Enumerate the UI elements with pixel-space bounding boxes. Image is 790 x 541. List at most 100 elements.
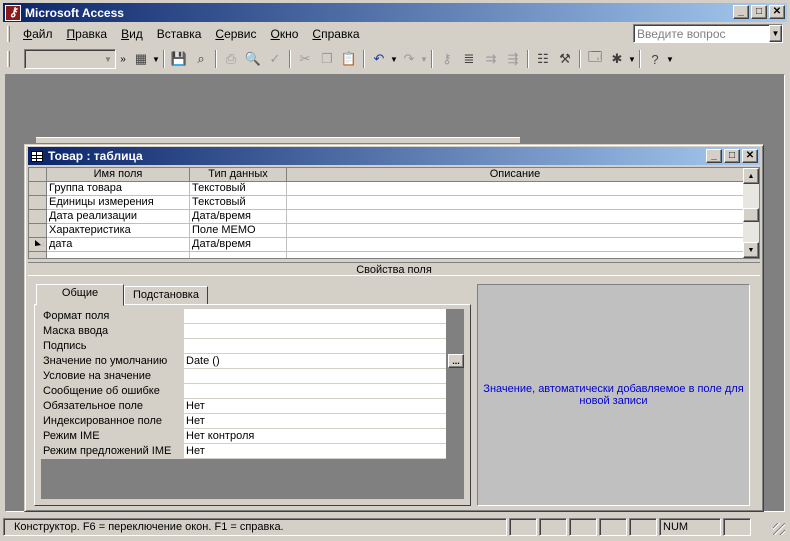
field-name-cell[interactable]: Группа товара (47, 182, 190, 196)
paste-icon[interactable]: 📋 (338, 48, 360, 70)
chevron-down-icon[interactable]: ▼ (101, 50, 115, 68)
build-icon[interactable]: ⚒ (554, 48, 576, 70)
table-minimize-button[interactable]: _ (706, 149, 722, 163)
field-name-cell[interactable] (47, 252, 190, 258)
save-icon[interactable]: 💾 (168, 48, 190, 70)
property-value-field[interactable]: Нет (184, 414, 446, 429)
toolbar-grip[interactable] (7, 51, 10, 67)
column-header-description[interactable]: Описание (287, 168, 744, 182)
chevron-down-icon[interactable]: ▼ (420, 55, 428, 64)
property-value-field[interactable] (184, 309, 446, 324)
row-selector-current[interactable] (29, 238, 47, 252)
description-cell[interactable] (287, 196, 744, 210)
object-combo[interactable]: ▼ (24, 49, 116, 69)
undo-icon[interactable]: ↶ (368, 48, 390, 70)
property-value-field[interactable] (184, 384, 446, 399)
row-selector[interactable] (29, 196, 47, 210)
menu-window[interactable]: Окно (264, 27, 306, 41)
help-icon[interactable]: ? (644, 48, 666, 70)
tab-general[interactable]: Общие (36, 284, 124, 306)
menu-insert[interactable]: Вставка (150, 27, 209, 41)
cut-icon[interactable]: ✂ (294, 48, 316, 70)
menu-tools[interactable]: Сервис (208, 27, 263, 41)
table-row-empty[interactable] (29, 252, 759, 258)
data-type-cell[interactable]: Дата/время (190, 210, 287, 224)
property-value-field[interactable] (184, 339, 446, 354)
minimize-button[interactable]: _ (733, 5, 749, 19)
view-icon[interactable]: ▦ (130, 48, 152, 70)
table-icon[interactable] (31, 150, 43, 162)
indexes-icon[interactable]: ≣ (458, 48, 480, 70)
property-value-field[interactable] (184, 369, 446, 384)
table-row[interactable]: Характеристика Поле MEMO (29, 224, 759, 238)
table-row-current[interactable]: дата Дата/время (29, 238, 759, 252)
row-selector[interactable] (29, 210, 47, 224)
table-close-button[interactable]: ✕ (742, 149, 758, 163)
scroll-up-icon[interactable]: ▲ (743, 168, 759, 184)
column-header-field-name[interactable]: Имя поля (47, 168, 190, 182)
insert-rows-icon[interactable]: ⇉ (480, 48, 502, 70)
default-value-field[interactable]: Date () (184, 354, 446, 369)
scroll-down-icon[interactable]: ▼ (743, 242, 759, 258)
menu-file[interactable]: Файл (16, 27, 60, 41)
properties-icon[interactable]: ☷ (532, 48, 554, 70)
search-icon[interactable]: ⌕ (190, 48, 212, 70)
print-preview-icon[interactable]: 🔍 (242, 48, 264, 70)
table-row[interactable]: Единицы измерения Текстовый (29, 196, 759, 210)
data-type-cell[interactable]: Дата/время (190, 238, 287, 252)
row-selector[interactable] (29, 252, 47, 258)
data-type-cell[interactable] (190, 252, 287, 258)
description-cell[interactable] (287, 182, 744, 196)
chevron-down-icon[interactable]: ▼ (152, 55, 160, 64)
new-object-icon[interactable]: ✱ (606, 48, 628, 70)
description-cell[interactable] (287, 238, 744, 252)
spelling-icon[interactable]: ✓ (264, 48, 286, 70)
field-name-cell[interactable]: Единицы измерения (47, 196, 190, 210)
row-selector[interactable] (29, 182, 47, 196)
data-type-cell[interactable]: Текстовый (190, 196, 287, 210)
property-value-field[interactable]: Нет (184, 399, 446, 414)
description-cell[interactable] (287, 210, 744, 224)
maximize-button[interactable]: □ (751, 5, 767, 19)
data-type-cell[interactable]: Текстовый (190, 182, 287, 196)
delete-rows-icon[interactable]: ⇶ (502, 48, 524, 70)
description-cell[interactable] (287, 252, 744, 258)
row-selector-header[interactable] (29, 168, 47, 182)
print-icon[interactable]: ⎙ (220, 48, 242, 70)
copy-icon[interactable]: ❐ (316, 48, 338, 70)
menu-help[interactable]: Справка (305, 27, 366, 41)
table-window-title-bar[interactable]: Товар : таблица _ □ ✕ (28, 147, 760, 165)
redo-icon[interactable]: ↷ (398, 48, 420, 70)
access-key-icon[interactable]: ⚷ (5, 4, 21, 21)
tab-lookup[interactable]: Подстановка (124, 286, 208, 305)
table-maximize-button[interactable]: □ (724, 149, 740, 163)
chevron-down-icon[interactable]: ▼ (769, 25, 782, 42)
chevron-down-icon[interactable]: ▼ (666, 55, 674, 64)
scrollbar-thumb[interactable] (743, 208, 759, 222)
field-name-cell[interactable]: Дата реализации (47, 210, 190, 224)
table-row[interactable]: Дата реализации Дата/время (29, 210, 759, 224)
table-row[interactable]: Группа товара Текстовый (29, 182, 759, 196)
resize-grip-icon[interactable] (773, 523, 785, 535)
background-window[interactable] (36, 137, 520, 143)
primary-key-icon[interactable]: ⚷ (436, 48, 458, 70)
menu-grip[interactable] (7, 26, 10, 42)
grid-vertical-scrollbar[interactable]: ▲ ▼ (743, 168, 759, 258)
property-value-field[interactable] (184, 324, 446, 339)
field-name-cell[interactable]: Характеристика (47, 224, 190, 238)
chevron-down-icon[interactable]: ▼ (390, 55, 398, 64)
row-selector[interactable] (29, 224, 47, 238)
field-name-cell[interactable]: дата (47, 238, 190, 252)
help-question-input[interactable]: Введите вопрос ▼ (633, 24, 783, 43)
database-window-icon[interactable]: 🗔 (584, 48, 606, 70)
data-type-cell[interactable]: Поле MEMO (190, 224, 287, 238)
menu-edit[interactable]: Правка (60, 27, 115, 41)
property-value-field[interactable]: Нет контроля (184, 429, 446, 444)
description-cell[interactable] (287, 224, 744, 238)
toolbar-overflow-icon[interactable]: » (116, 48, 130, 70)
expression-builder-button[interactable]: ... (448, 354, 464, 368)
chevron-down-icon[interactable]: ▼ (628, 55, 636, 64)
property-value-field[interactable]: Нет (184, 444, 446, 459)
close-button[interactable]: ✕ (769, 5, 785, 19)
column-header-data-type[interactable]: Тип данных (190, 168, 287, 182)
